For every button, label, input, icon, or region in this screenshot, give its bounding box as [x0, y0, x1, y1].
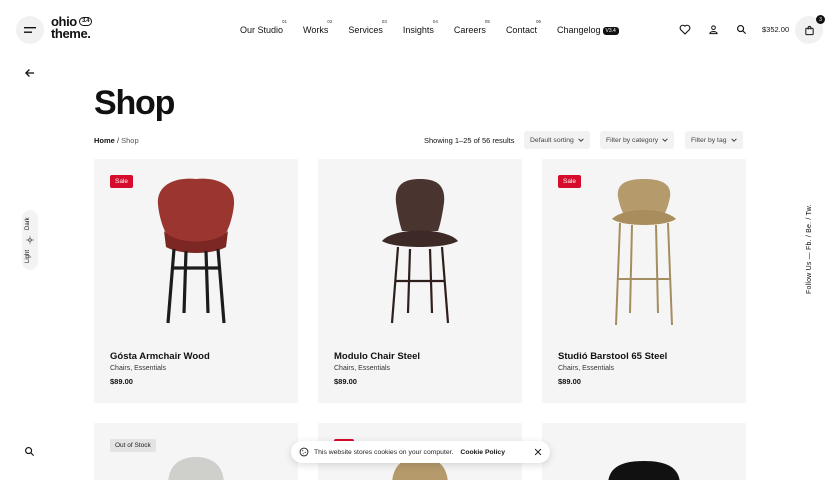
theme-light-label[interactable]: Light: [25, 250, 31, 263]
search-icon: [736, 24, 746, 34]
nav-number: 04: [432, 19, 438, 24]
nav-number: 05: [484, 19, 490, 24]
cart-count-badge: 3: [816, 15, 825, 24]
sort-label: Default sorting: [530, 136, 574, 144]
nav-number: 06: [535, 19, 541, 24]
product-category[interactable]: Chairs, Essentials: [334, 365, 390, 372]
breadcrumb-home-link[interactable]: Home: [94, 136, 115, 145]
product-card[interactable]: Modulo Chair Steel Chairs, Essentials $8…: [318, 159, 522, 403]
chevron-down-icon: [662, 138, 668, 142]
nav-our-studio[interactable]: Our Studio 01: [240, 19, 287, 38]
sun-icon: [26, 236, 34, 244]
left-search-button[interactable]: [24, 444, 36, 457]
barstool-image: [612, 179, 676, 326]
nav-label: Changelog: [556, 25, 601, 35]
wishlist-button[interactable]: [678, 22, 692, 36]
close-icon[interactable]: [533, 447, 543, 457]
sale-badge: Sale: [110, 175, 134, 188]
tag-filter-select[interactable]: Filter by tag: [685, 131, 743, 149]
product-name[interactable]: Studió Barstool 65 Steel: [558, 351, 667, 362]
product-category[interactable]: Chairs, Essentials: [110, 365, 166, 372]
main-nav: Our Studio 01 Works 02 Services 03 Insights…: [232, 19, 619, 38]
cookie-text: This website stores cookies on your comp…: [314, 448, 454, 456]
chevron-down-icon: [730, 138, 737, 142]
chair-image: [608, 461, 680, 480]
chevron-down-icon: [578, 138, 584, 142]
account-button[interactable]: [706, 22, 720, 36]
hamburger-menu-button[interactable]: [16, 16, 44, 44]
product-price: $89.00: [110, 377, 133, 386]
cookie-icon: [299, 447, 309, 457]
user-icon: [708, 24, 718, 34]
breadcrumb-separator: /: [116, 136, 120, 145]
arrow-left-icon: [25, 69, 35, 77]
nav-insights[interactable]: Insights 04: [402, 19, 438, 38]
cookie-notice: This website stores cookies on your comp…: [291, 441, 550, 463]
nav-label: Services: [348, 25, 383, 35]
nav-label: Careers: [453, 25, 486, 35]
cart-total[interactable]: $352.00: [762, 25, 789, 34]
site-header: ohio theme. 3.4 Our Studio 01 Works 02 Ser…: [0, 0, 840, 60]
nav-number: 02: [327, 19, 333, 24]
product-name[interactable]: Modulo Chair Steel: [334, 351, 420, 362]
nav-label: Insights: [402, 25, 434, 35]
site-logo[interactable]: ohio theme. 3.4: [51, 15, 93, 41]
breadcrumb: Home / Shop: [94, 136, 139, 145]
nav-changelog[interactable]: Changelog V3.4: [557, 22, 619, 38]
out-of-stock-badge: Out of Stock: [110, 439, 156, 452]
chair-image: [382, 179, 458, 324]
product-card[interactable]: Out of Stock: [94, 423, 298, 480]
page-title: Shop: [94, 84, 175, 122]
nav-contact[interactable]: Contact 06: [505, 19, 541, 38]
back-button[interactable]: [23, 66, 37, 80]
logo-line-2: theme.: [51, 26, 91, 41]
nav-number: 01: [282, 19, 288, 24]
cookie-policy-link[interactable]: Cookie Policy: [460, 449, 505, 456]
sort-select[interactable]: Default sorting: [524, 131, 590, 149]
product-card[interactable]: Sale Gósta Armchair Wood Chairs, Essenti…: [94, 159, 298, 403]
results-count: Showing 1–25 of 56 results: [424, 136, 515, 145]
nav-services[interactable]: Services 03: [348, 19, 387, 38]
chair-image: [168, 457, 224, 480]
shopping-bag-icon: [804, 25, 814, 35]
nav-works[interactable]: Works 02: [303, 19, 332, 38]
search-icon: [25, 447, 35, 457]
breadcrumb-current: Shop: [121, 136, 139, 145]
nav-label: Our Studio: [240, 25, 284, 35]
menu-icon: [24, 27, 36, 33]
heart-icon: [679, 24, 691, 35]
social-follow-links[interactable]: Follow Us — Fb. / Be. / Tw.: [806, 204, 813, 294]
nav-number: 03: [381, 19, 387, 24]
product-name[interactable]: Gósta Armchair Wood: [110, 351, 210, 362]
theme-toggle[interactable]: Light Dark: [22, 210, 38, 270]
logo-version-badge: 3.4: [79, 17, 93, 26]
changelog-version-badge: V3.4: [602, 27, 619, 35]
nav-label: Works: [303, 25, 329, 35]
tag-filter-label: Filter by tag: [691, 136, 727, 144]
product-category[interactable]: Chairs, Essentials: [558, 365, 614, 372]
product-card[interactable]: Sale Studió Barstool 65 Steel Chairs, Es…: [542, 159, 746, 403]
nav-label: Contact: [505, 25, 537, 35]
search-button[interactable]: [734, 22, 748, 36]
category-filter-label: Filter by category: [606, 136, 659, 144]
product-price: $89.00: [558, 377, 581, 386]
category-filter-select[interactable]: Filter by category: [600, 131, 675, 149]
sale-badge: Sale: [558, 175, 582, 188]
armchair-image: [157, 178, 235, 324]
product-price: $89.00: [334, 377, 357, 386]
theme-dark-label[interactable]: Dark: [25, 217, 31, 230]
product-card[interactable]: [542, 423, 746, 480]
nav-careers[interactable]: Careers 05: [453, 19, 490, 38]
